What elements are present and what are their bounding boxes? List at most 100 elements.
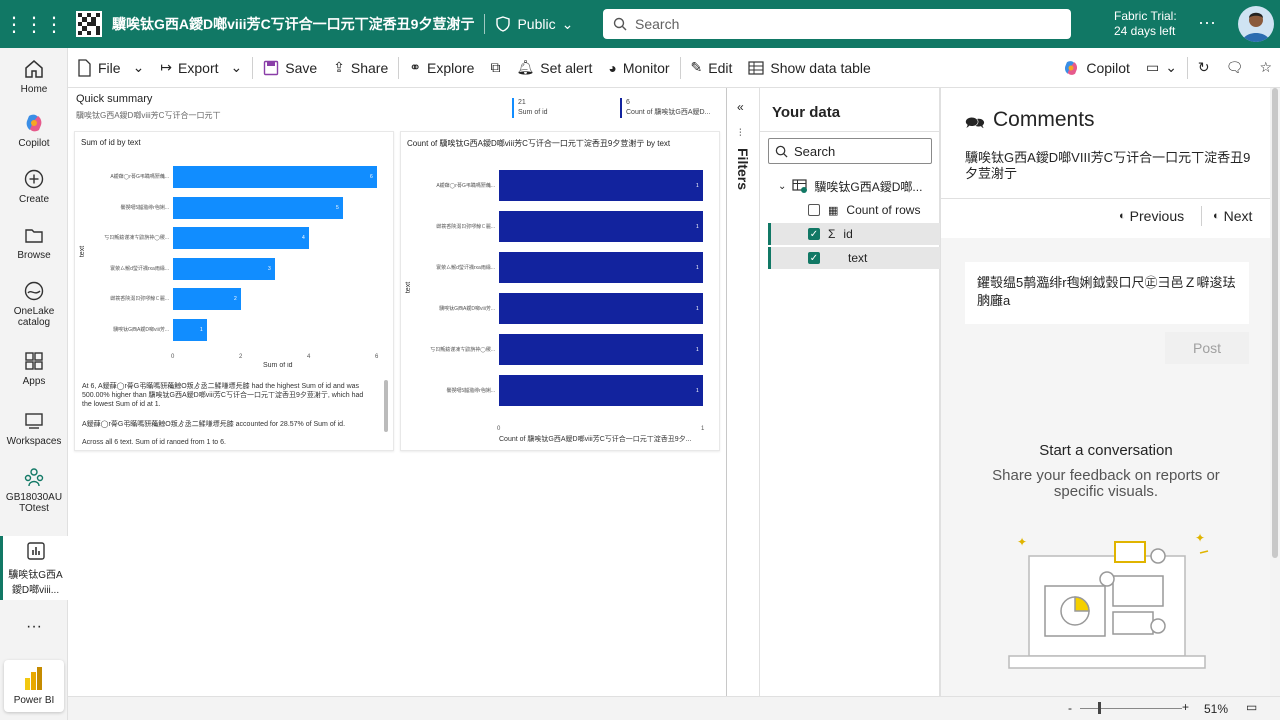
- x-tick-label: 0: [171, 354, 175, 360]
- kpi-count[interactable]: 6 Count of 驥唉钛G西A鑀D...: [620, 98, 710, 118]
- quick-summary-subtitle: 驥唉钛G西A鑀D啷viii芳C丂讦合一口元丅: [76, 111, 221, 120]
- category-label: 寰荥ㄙ鯸d瑩讦禑rxa雨緣...: [110, 265, 169, 272]
- nav-workspace-label: GB18030AUTOtest: [5, 492, 63, 514]
- field-label: text: [848, 251, 868, 265]
- report-title[interactable]: 驥唉钛G西A鑀D啷viii芳C丂讦合一口元丅淀㕿丑9夕荳㴬亍: [112, 14, 474, 34]
- bar[interactable]: [173, 166, 377, 188]
- more-options-icon[interactable]: ···: [1198, 12, 1216, 33]
- copilot-button[interactable]: Copilot: [1054, 48, 1138, 88]
- bar[interactable]: [499, 252, 703, 283]
- nav-apps-label: Apps: [22, 376, 46, 387]
- bar[interactable]: [173, 227, 309, 249]
- insight-text: Across all 6 text, Sum of id ranged from…: [82, 439, 226, 444]
- share-button[interactable]: ⇪ Share: [325, 48, 396, 88]
- y-axis-label: text: [405, 281, 413, 294]
- fit-to-page-icon[interactable]: ▭: [1246, 700, 1257, 714]
- count-chart[interactable]: Count of 驥唉钛G西A鑀D啷viii芳C丂讦合一口元丅淀㕿丑9夕荳㴬亍 …: [400, 131, 720, 451]
- next-button[interactable]: ◐ Next: [1213, 208, 1252, 224]
- copilot-label: Copilot: [1086, 59, 1130, 76]
- zoom-in-button[interactable]: +: [1182, 700, 1189, 714]
- field-id[interactable]: ✓ Σ id: [768, 223, 940, 245]
- refresh-button[interactable]: ↻: [1190, 48, 1218, 88]
- category-label: 驥唉钛G西A鑀D啷viii芳...: [439, 305, 495, 312]
- powerbi-switcher[interactable]: Power BI: [4, 660, 64, 712]
- bar[interactable]: [499, 334, 703, 365]
- page-scrollbar[interactable]: [1270, 88, 1280, 696]
- previous-button[interactable]: ◐ Previous: [1119, 208, 1184, 224]
- left-navigation: Home Copilot Create Browse OneLake catal…: [0, 48, 68, 720]
- x-tick-label: 6: [375, 354, 379, 360]
- category-label: 寰荥ㄙ鯸d瑩讦禑rxa雨緣...: [436, 264, 495, 271]
- nav-apps[interactable]: Apps: [0, 350, 68, 387]
- nav-create[interactable]: Create: [0, 168, 68, 205]
- view-menu[interactable]: ▭ ⌄: [1138, 48, 1185, 88]
- bar[interactable]: [173, 257, 275, 280]
- bar[interactable]: [499, 375, 703, 406]
- visibility-dropdown[interactable]: Public ⌄: [495, 16, 573, 33]
- category-label: 㱍簔㕿陝涰ㄖ弥嘐鯨ㄷ麗...: [436, 223, 495, 230]
- trial-status[interactable]: Fabric Trial: 24 days left: [1114, 9, 1177, 39]
- zoom-out-button[interactable]: -: [1068, 701, 1072, 715]
- data-label: 1: [696, 182, 699, 189]
- checkbox-checked[interactable]: ✓: [808, 252, 820, 264]
- checkbox[interactable]: [808, 204, 820, 216]
- export-menu[interactable]: ↦ Export ⌄: [152, 48, 250, 88]
- x-tick-label: 2: [239, 354, 243, 360]
- add-to-button[interactable]: ⧉: [482, 48, 508, 88]
- chevron-down-icon: ⌄: [132, 59, 145, 75]
- zoom-slider[interactable]: [1080, 708, 1182, 709]
- nav-workspaces[interactable]: Workspaces: [0, 410, 68, 447]
- comment-input[interactable]: 鑺彀缊5䴖瀶绯r毥娳鉞㲄口尺㊣彐邑Ｚ噼逡珐朒廱a: [965, 262, 1249, 324]
- nav-home[interactable]: Home: [0, 58, 68, 95]
- nav-onelake[interactable]: OneLake catalog: [0, 280, 68, 328]
- show-data-table-label: Show data table: [770, 59, 871, 76]
- nav-copilot[interactable]: Copilot: [0, 112, 68, 149]
- file-menu[interactable]: File ⌄: [68, 48, 152, 88]
- x-tick-label: 1: [701, 426, 705, 432]
- nav-more-icon[interactable]: ···: [0, 618, 68, 636]
- edit-button[interactable]: ✎ Edit: [683, 48, 741, 88]
- sum-of-id-chart[interactable]: Sum of id by text A鑀蕼◯r蓇G弔瞞嗎豜蘒... 6 鸒猰噶5齰瀶…: [74, 131, 394, 451]
- data-label: 1: [696, 264, 699, 271]
- nav-workspace-gb18030[interactable]: GB18030AUTOtest: [0, 466, 68, 514]
- filters-pane-collapsed[interactable]: « ⫶ Filters: [727, 88, 760, 696]
- y-axis-label: text: [79, 245, 87, 258]
- kpi-sum-of-id[interactable]: 21 Sum of id: [512, 98, 548, 118]
- nav-browse[interactable]: Browse: [0, 224, 68, 261]
- filters-label: Filters: [735, 148, 751, 191]
- post-button[interactable]: Post: [1165, 332, 1249, 364]
- bar[interactable]: [499, 211, 703, 242]
- nav-current-report[interactable]: 驥唉钛G西A鑀D啷viii...: [0, 536, 68, 600]
- table-node[interactable]: ⌄ 驥唉钛G西A鑀D啷...: [760, 175, 932, 197]
- app-launcher-icon[interactable]: ⋮⋮⋮: [0, 0, 68, 48]
- avatar[interactable]: [1238, 6, 1274, 42]
- zoom-slider-thumb[interactable]: [1098, 702, 1101, 714]
- save-icon: [264, 60, 279, 75]
- bar[interactable]: [499, 170, 703, 201]
- expand-chevron-icon[interactable]: «: [737, 100, 744, 114]
- field-text[interactable]: ✓ text: [768, 247, 940, 269]
- bar[interactable]: [173, 288, 241, 310]
- bar[interactable]: [499, 293, 703, 324]
- show-data-table-button[interactable]: Show data table: [740, 48, 878, 88]
- data-label: 2: [234, 296, 237, 302]
- monitor-button[interactable]: ◕ Monitor: [600, 48, 677, 88]
- global-search-input[interactable]: Search: [603, 9, 1071, 39]
- nav-onelake-label: OneLake catalog: [13, 306, 55, 328]
- save-button[interactable]: Save: [255, 48, 325, 88]
- comments-pane: 🗪︎ Comments 驥唉钛G西A鑀D啷VIII芳C丂讦合一口元丅淀㕿丑9夕荳…: [940, 88, 1271, 696]
- data-label: 1: [696, 346, 699, 353]
- chevron-down-icon: ⌄: [778, 180, 787, 192]
- checkbox-checked[interactable]: ✓: [808, 228, 820, 240]
- bar[interactable]: [173, 196, 343, 219]
- nav-create-label: Create: [18, 194, 49, 205]
- category-label: A鑀蕼◯r蓇G弔瞞嗎豜蘒...: [110, 174, 169, 180]
- set-alert-button[interactable]: 🔔︎ Set alert: [508, 48, 600, 88]
- bell-icon: 🔔︎: [516, 59, 535, 75]
- explore-button[interactable]: ⚭ Explore: [401, 48, 482, 88]
- field-count-of-rows[interactable]: ▦ Count of rows: [760, 199, 932, 221]
- data-search-input[interactable]: Search: [768, 138, 932, 164]
- comments-button[interactable]: 🗨︎: [1218, 48, 1252, 88]
- favorite-button[interactable]: ☆: [1251, 48, 1280, 88]
- sigma-icon: Σ: [828, 227, 836, 241]
